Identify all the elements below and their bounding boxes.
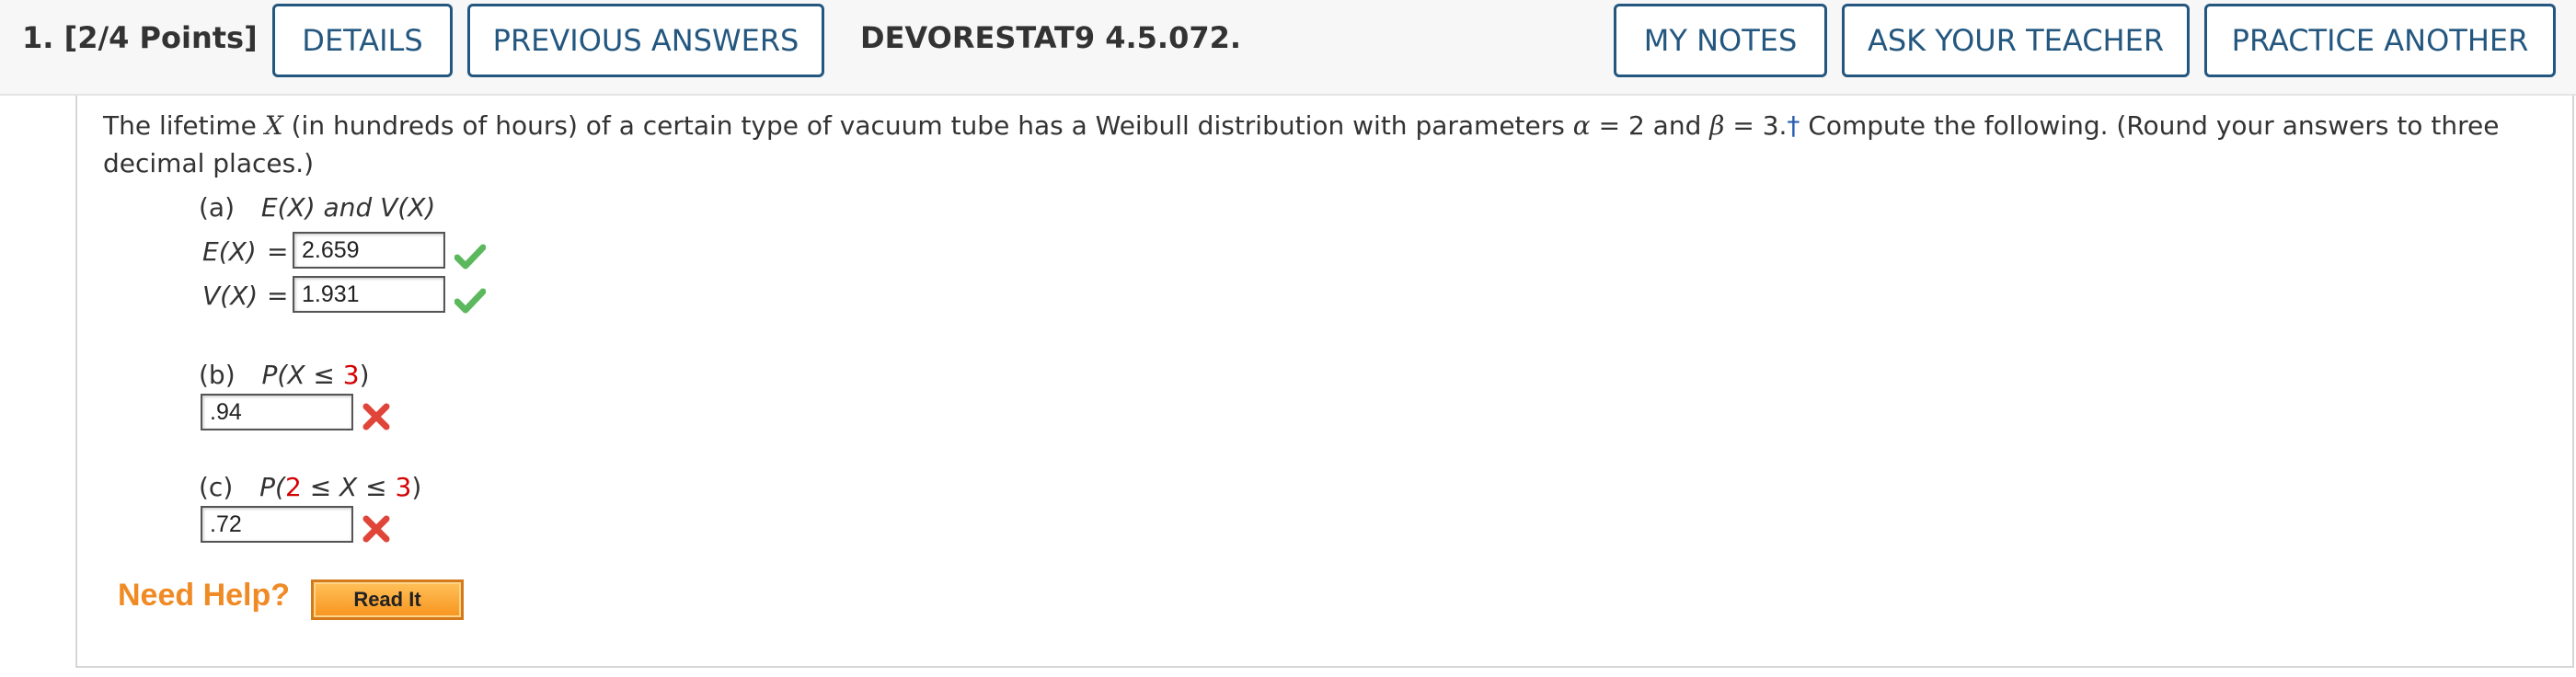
equals-sign: = — [267, 236, 289, 267]
expr-number: 3 — [395, 472, 412, 502]
problem-code: DEVORESTAT9 4.5.072. — [860, 20, 1242, 55]
question-number: 1. — [22, 20, 54, 55]
my-notes-button[interactable]: MY NOTES — [1614, 4, 1827, 77]
prompt-text: = 2 and — [1590, 110, 1710, 141]
part-a-heading: (a) E(X) and V(X) — [199, 192, 435, 223]
previous-answers-button[interactable]: PREVIOUS ANSWERS — [467, 4, 824, 77]
vx-label: V(X) — [202, 281, 259, 311]
part-b-heading: (b) P(X ≤ 3) — [199, 360, 370, 390]
expr-number: 2 — [284, 472, 302, 502]
ask-your-teacher-button[interactable]: ASK YOUR TEACHER — [1842, 4, 2190, 77]
expr-text: P( — [259, 472, 285, 502]
check-icon — [454, 244, 486, 270]
practice-another-button[interactable]: PRACTICE ANOTHER — [2204, 4, 2556, 77]
ex-answer-input[interactable]: 2.659 — [293, 232, 445, 269]
expr-text: P(X ≤ — [261, 360, 343, 390]
part-c-answer-input[interactable]: .72 — [201, 506, 353, 543]
part-b-answer-input[interactable]: .94 — [201, 394, 353, 430]
expr-text: ) — [411, 472, 422, 502]
part-b-expression: P(X ≤ 3) — [262, 360, 370, 390]
footnote-dagger-link[interactable]: † — [1787, 110, 1800, 141]
expr-text: ≤ X ≤ — [301, 472, 396, 502]
part-b-label: (b) — [199, 360, 236, 390]
details-button[interactable]: DETAILS — [272, 4, 453, 77]
question-header: 1. [2/4 Points] DETAILS PREVIOUS ANSWERS… — [0, 0, 2576, 96]
expr-text: ) — [359, 360, 370, 390]
part-c-label: (c) — [199, 472, 234, 502]
question-prompt: The lifetime X (in hundreds of hours) of… — [103, 107, 2513, 182]
need-help-label: Need Help? — [118, 578, 291, 613]
vx-answer-input[interactable]: 1.931 — [293, 276, 445, 313]
prompt-text: = 3. — [1724, 110, 1788, 141]
x-mark-icon — [362, 515, 390, 543]
part-c-expression: P(2 ≤ X ≤ 3) — [259, 472, 421, 502]
check-icon — [454, 288, 486, 314]
part-a-expression: E(X) and V(X) — [260, 192, 436, 223]
part-a-label: (a) — [199, 192, 236, 223]
equals-sign: = — [267, 281, 289, 311]
beta-symbol: β — [1709, 110, 1725, 141]
ex-label: E(X) — [202, 236, 257, 267]
part-c-heading: (c) P(2 ≤ X ≤ 3) — [199, 472, 421, 502]
points-label: [2/4 Points] — [63, 20, 258, 55]
prompt-text: (in hundreds of hours) of a certain type… — [282, 110, 1573, 141]
read-it-button[interactable]: Read It — [311, 579, 464, 620]
variable-x: X — [264, 110, 283, 141]
expr-number: 3 — [342, 360, 360, 390]
x-mark-icon — [362, 403, 390, 430]
question-points: 1. [2/4 Points] — [22, 20, 258, 55]
prompt-text: The lifetime — [103, 110, 265, 141]
alpha-symbol: α — [1572, 110, 1591, 141]
